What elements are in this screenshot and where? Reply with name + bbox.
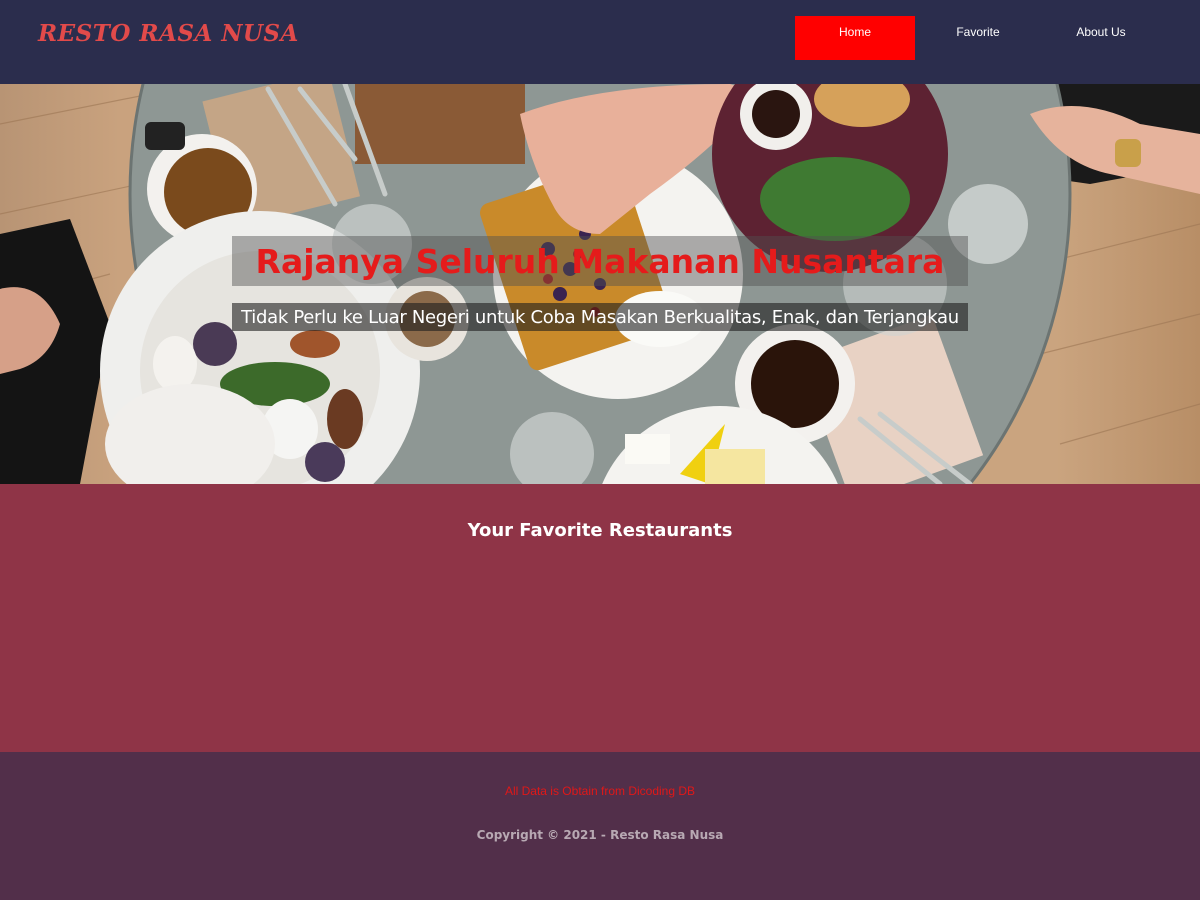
data-source-note: All Data is Obtain from Dicoding DB: [504, 784, 696, 798]
nav-about-us[interactable]: About Us: [1041, 16, 1161, 60]
main-nav: Home Favorite About Us: [795, 16, 1164, 60]
main-content: Your Favorite Restaurants: [0, 484, 1200, 752]
site-footer: All Data is Obtain from Dicoding DB Copy…: [0, 752, 1200, 900]
hero-section: Rajanya Seluruh Makanan Nusantara Tidak …: [0, 84, 1200, 484]
copyright-text: Copyright © 2021 - Resto Rasa Nusa: [476, 828, 724, 842]
nav-home[interactable]: Home: [795, 16, 915, 60]
hero-title-box: Rajanya Seluruh Makanan Nusantara: [232, 236, 968, 286]
hero-subtitle-box: Tidak Perlu ke Luar Negeri untuk Coba Ma…: [232, 303, 968, 331]
hero-title: Rajanya Seluruh Makanan Nusantara: [255, 241, 945, 281]
nav-favorite[interactable]: Favorite: [918, 16, 1038, 60]
brand-logo[interactable]: RESTO RASA NUSA: [38, 20, 299, 47]
hero-subtitle: Tidak Perlu ke Luar Negeri untuk Coba Ma…: [241, 306, 959, 328]
section-title: Your Favorite Restaurants: [467, 520, 733, 541]
site-header: RESTO RASA NUSA Home Favorite About Us: [0, 0, 1200, 84]
